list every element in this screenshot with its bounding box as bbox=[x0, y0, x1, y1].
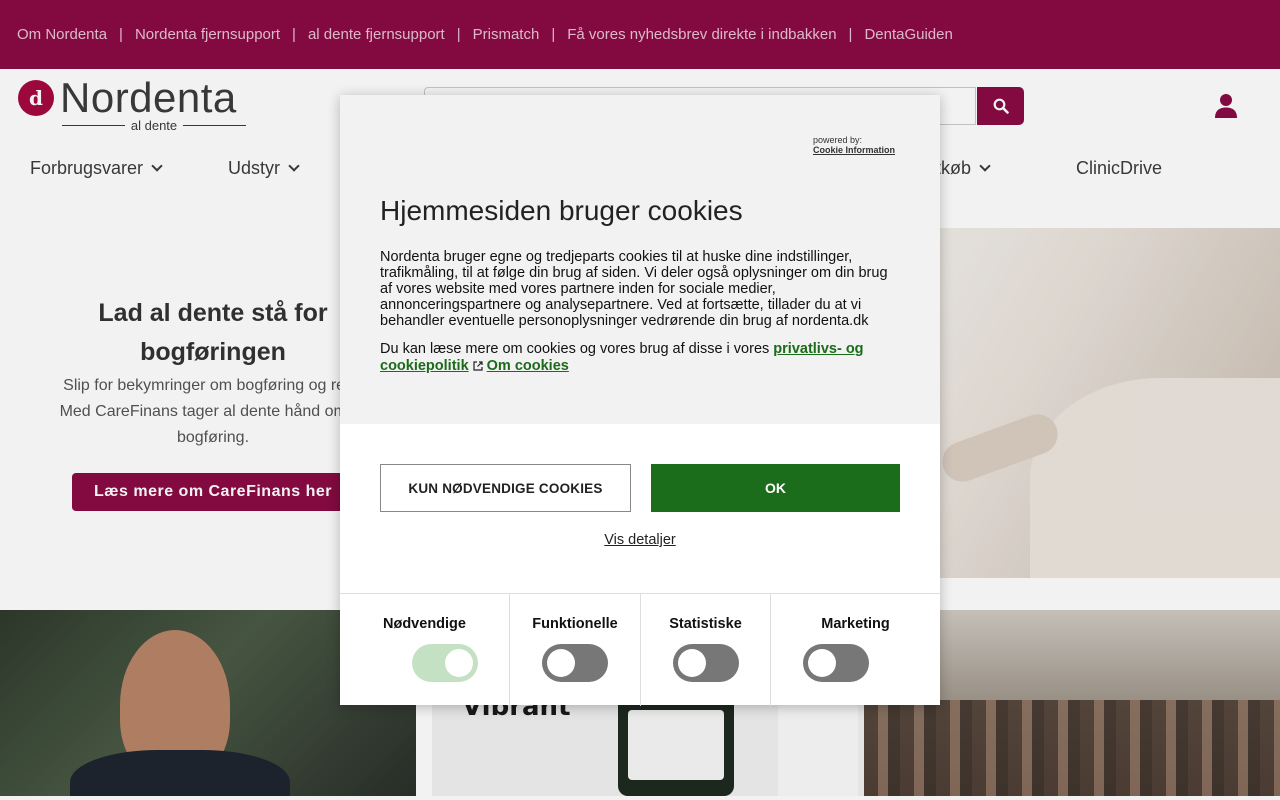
category-label: Marketing bbox=[821, 616, 890, 632]
necessary-cookies-button[interactable]: KUN NØDVENDIGE COOKIES bbox=[380, 464, 631, 512]
powered-by: powered by: Cookie Information bbox=[813, 135, 895, 155]
toggle-necessary[interactable] bbox=[412, 644, 478, 682]
category-functional: Funktionelle bbox=[510, 594, 641, 706]
cookie-dialog-title: Hjemmesiden bruger cookies bbox=[380, 195, 743, 226]
toggle-knob bbox=[445, 649, 473, 677]
toggle-knob bbox=[808, 649, 836, 677]
cookie-dialog-text-prefix: Du kan læse mere om cookies og vores bru… bbox=[380, 341, 774, 357]
toggle-statistics[interactable] bbox=[673, 644, 739, 682]
about-cookies-link[interactable]: Om cookies bbox=[487, 358, 569, 374]
category-statistics: Statistiske bbox=[641, 594, 771, 706]
category-label: Nødvendige bbox=[383, 616, 466, 632]
cookie-categories: Nødvendige Funktionelle Statistiske Mark… bbox=[340, 593, 940, 706]
show-details-link[interactable]: Vis detaljer bbox=[604, 532, 675, 548]
toggle-marketing[interactable] bbox=[803, 644, 869, 682]
category-label: Statistiske bbox=[669, 616, 742, 632]
powered-by-label: powered by: bbox=[813, 135, 863, 145]
details-link-row: Vis detaljer bbox=[340, 532, 940, 548]
category-necessary: Nødvendige bbox=[340, 594, 510, 706]
cookie-dialog-text: Nordenta bruger egne og tredjeparts cook… bbox=[380, 249, 888, 329]
ok-button[interactable]: OK bbox=[651, 464, 900, 512]
cookie-information-link[interactable]: Cookie Information bbox=[813, 145, 895, 155]
toggle-knob bbox=[678, 649, 706, 677]
category-label: Funktionelle bbox=[532, 616, 618, 632]
category-marketing: Marketing bbox=[771, 594, 940, 706]
toggle-functional[interactable] bbox=[542, 644, 608, 682]
cookie-dialog: powered by: Cookie Information Hjemmesid… bbox=[340, 95, 940, 706]
external-link-icon bbox=[473, 361, 483, 371]
cookie-dialog-text-links: Du kan læse mere om cookies og vores bru… bbox=[380, 341, 900, 375]
toggle-knob bbox=[547, 649, 575, 677]
